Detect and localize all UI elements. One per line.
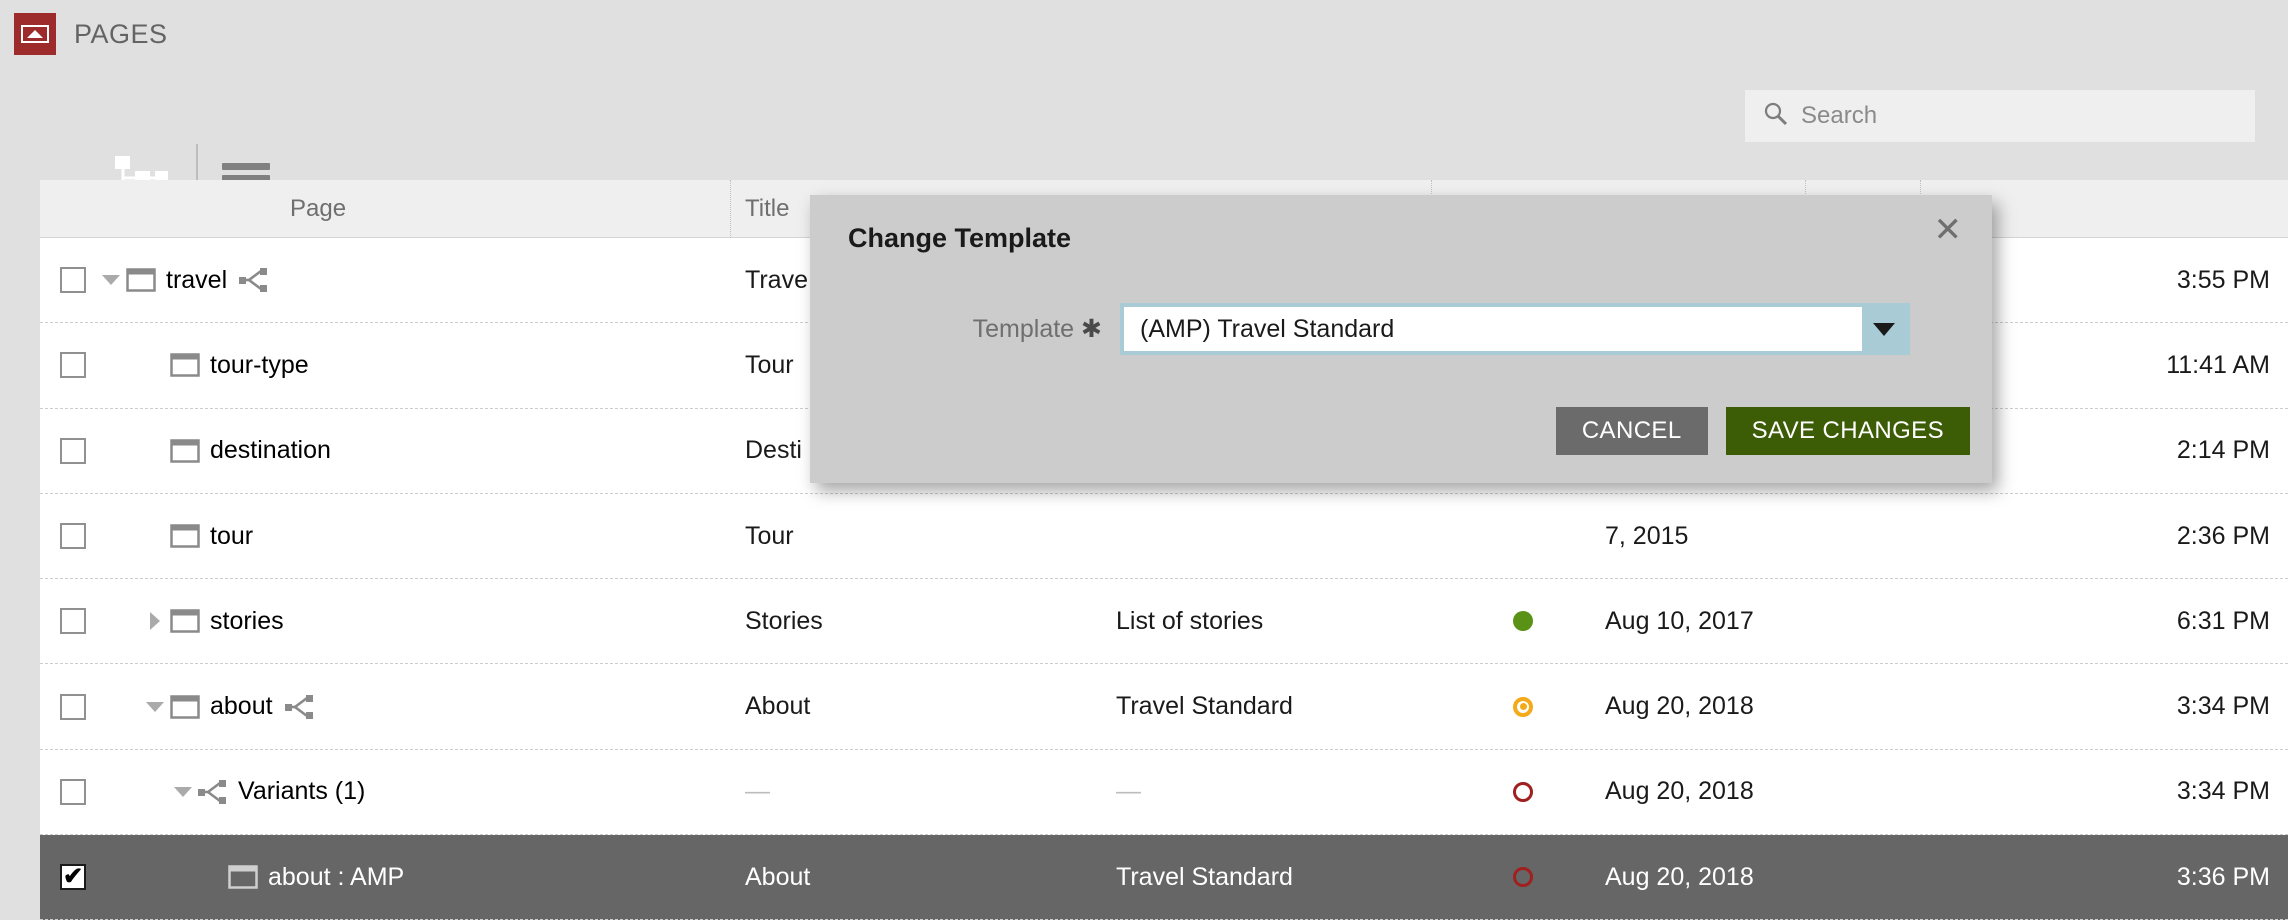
template-field-row: Template ✱ (AMP) Travel Standard	[810, 303, 1992, 355]
page-title-cell: —	[730, 777, 1101, 806]
expand-toggle[interactable]	[96, 275, 126, 285]
page-cell: about	[40, 692, 730, 721]
table-row[interactable]: stories StoriesList of stories Aug 10, 201…	[40, 579, 2288, 664]
chevron-down-icon[interactable]	[1862, 307, 1906, 351]
publication-time-cell: 2:14 PM	[1990, 436, 2288, 465]
page-cell: travel	[40, 266, 730, 295]
variants-icon	[198, 779, 228, 805]
page-title-cell: Stories	[730, 607, 1101, 636]
page-name: destination	[210, 436, 331, 465]
publication-time-cell: 3:36 PM	[1990, 863, 2288, 892]
page-cell: tour	[40, 522, 730, 551]
page-name: about : AMP	[268, 863, 404, 892]
page-title: PAGES	[74, 19, 168, 50]
app-header: PAGES	[0, 0, 2288, 68]
page-title-cell: Tour	[730, 522, 1101, 551]
dialog-title: Change Template	[848, 223, 1071, 254]
page-name: tour	[210, 522, 253, 551]
publication-time-cell: 3:55 PM	[1990, 266, 2288, 295]
page-icon	[170, 695, 200, 719]
page-icon	[170, 524, 200, 548]
page-icon	[126, 268, 156, 292]
status-cell	[1475, 867, 1590, 887]
page-title-cell: About	[730, 692, 1101, 721]
status-cell	[1475, 611, 1590, 631]
page-title-cell: About	[730, 863, 1101, 892]
row-checkbox[interactable]	[60, 779, 86, 805]
page-name: Variants (1)	[238, 777, 365, 806]
template-cell: —	[1101, 777, 1475, 806]
publication-time-cell: 3:34 PM	[1990, 692, 2288, 721]
page-icon	[170, 609, 200, 633]
template-cell: Travel Standard	[1101, 692, 1475, 721]
template-select-value[interactable]: (AMP) Travel Standard	[1124, 307, 1862, 351]
table-row[interactable]: ✔ about : AMP AboutTravel Standard Aug 20, …	[40, 835, 2288, 920]
page-cell: Variants (1)	[40, 777, 730, 806]
publication-time-cell: 6:31 PM	[1990, 607, 2288, 636]
dialog-actions: CANCEL SAVE CHANGES	[1556, 407, 1970, 455]
status-badge-unpublished	[1513, 782, 1533, 802]
expand-toggle[interactable]	[140, 612, 170, 630]
row-checkbox[interactable]	[60, 352, 86, 378]
change-template-dialog: Change Template ✕ Template ✱ (AMP) Trave…	[810, 195, 1992, 483]
page-cell: tour-type	[40, 351, 730, 380]
expand-toggle[interactable]	[140, 702, 170, 712]
row-checkbox[interactable]: ✔	[60, 864, 86, 890]
publication-date-cell: Aug 20, 2018	[1590, 777, 1990, 806]
page-name: stories	[210, 607, 284, 636]
template-select[interactable]: (AMP) Travel Standard	[1120, 303, 1910, 355]
cancel-button[interactable]: CANCEL	[1556, 407, 1708, 455]
column-divider[interactable]	[730, 180, 731, 238]
close-icon[interactable]: ✕	[1934, 213, 1963, 247]
status-badge-published	[1513, 611, 1533, 631]
publication-date-cell: Aug 20, 2018	[1590, 863, 1990, 892]
page-cell: stories	[40, 607, 730, 636]
search-placeholder: Search	[1801, 102, 1877, 130]
status-badge-modified	[1513, 697, 1533, 717]
row-checkbox[interactable]	[60, 694, 86, 720]
publication-time-cell: 11:41 AM	[1990, 351, 2288, 380]
page-name: travel	[166, 266, 227, 295]
row-checkbox[interactable]	[60, 523, 86, 549]
page-name: tour-type	[210, 351, 309, 380]
column-header-page[interactable]: Page	[40, 195, 730, 223]
page-name: about	[210, 692, 273, 721]
template-field-label: Template ✱	[810, 314, 1120, 344]
search-input[interactable]: Search	[1745, 90, 2255, 142]
publication-date-cell: 7, 2015	[1590, 522, 1990, 551]
table-row[interactable]: about AboutTravel Standard Aug 20, 20183:3…	[40, 664, 2288, 749]
search-icon	[1763, 101, 1789, 132]
share-icon[interactable]	[239, 267, 269, 293]
row-checkbox[interactable]	[60, 267, 86, 293]
page-icon	[170, 439, 200, 463]
row-checkbox[interactable]	[60, 608, 86, 634]
template-label-text: Template	[973, 315, 1074, 343]
page-cell: destination	[40, 436, 730, 465]
status-cell	[1475, 782, 1590, 802]
publication-date-cell: Aug 10, 2017	[1590, 607, 1990, 636]
page-icon	[228, 865, 258, 889]
row-checkbox[interactable]	[60, 438, 86, 464]
required-marker: ✱	[1081, 315, 1102, 343]
publication-time-cell: 3:34 PM	[1990, 777, 2288, 806]
template-cell: List of stories	[1101, 607, 1475, 636]
app-logo	[14, 13, 56, 55]
expand-toggle[interactable]	[168, 787, 198, 797]
share-icon[interactable]	[285, 694, 315, 720]
image-placeholder-icon	[21, 25, 49, 43]
template-cell: Travel Standard	[1101, 863, 1475, 892]
save-changes-button[interactable]: SAVE CHANGES	[1726, 407, 1970, 455]
table-row[interactable]: Variants (1) —— Aug 20, 20183:34 PM	[40, 750, 2288, 835]
publication-date-cell: Aug 20, 2018	[1590, 692, 1990, 721]
status-badge-unpublished	[1513, 867, 1533, 887]
page-icon	[170, 353, 200, 377]
status-cell	[1475, 697, 1590, 717]
publication-time-cell: 2:36 PM	[1990, 522, 2288, 551]
table-row[interactable]: tour Tour 7, 20152:36 PM	[40, 494, 2288, 579]
page-cell: ✔ about : AMP	[40, 863, 730, 892]
